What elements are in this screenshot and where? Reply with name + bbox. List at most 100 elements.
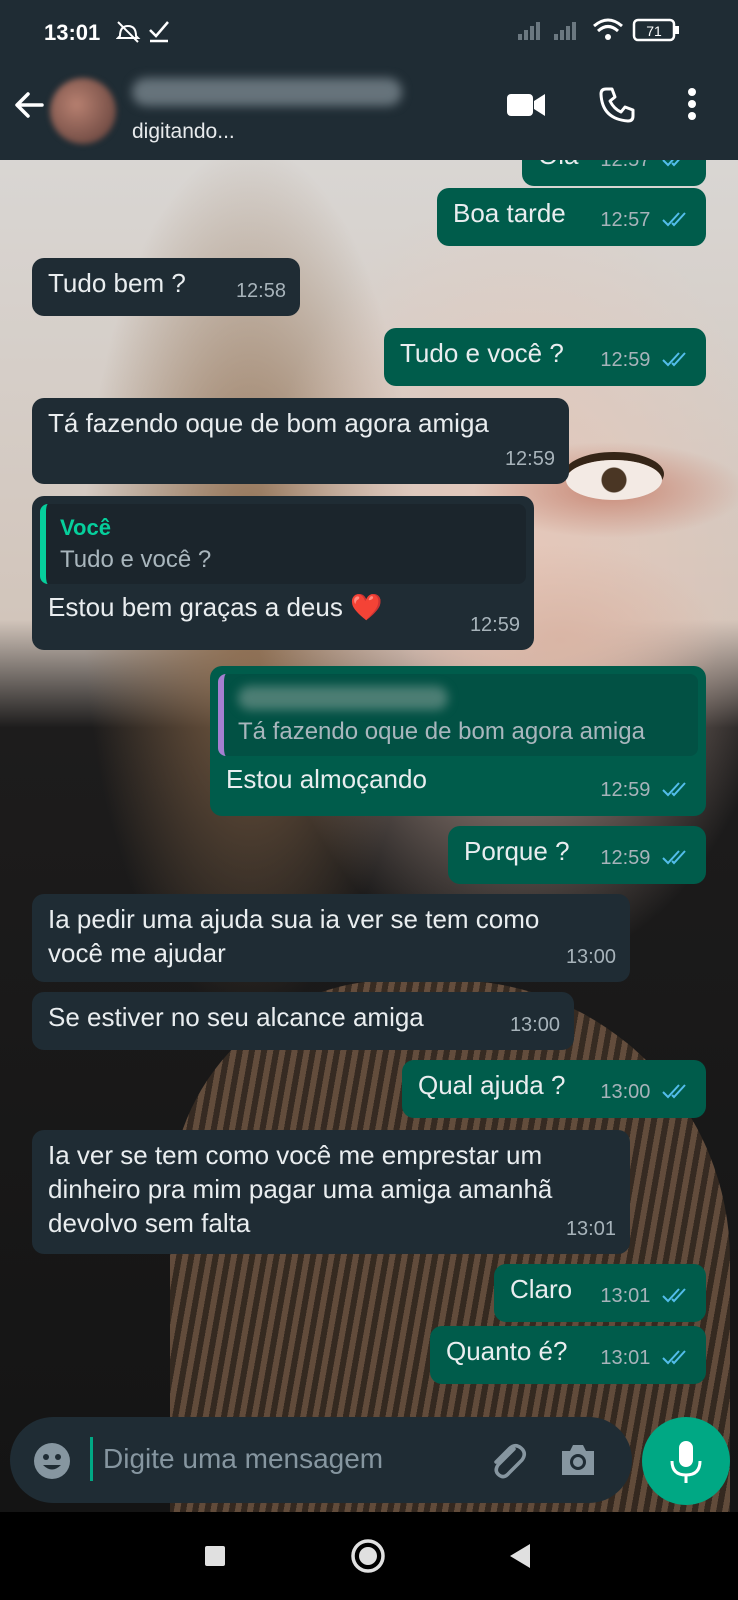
chat-area[interactable]: Olá 12:57 Boa tarde 12:57 Tudo bem ? 12:…	[0, 160, 738, 1512]
message-bubble-outgoing[interactable]: Claro 13:01	[494, 1264, 706, 1322]
message-text: Se estiver no seu alcance amiga	[48, 1002, 424, 1032]
message-bubble-incoming[interactable]: Tá fazendo oque de bom agora amiga 12:59	[32, 398, 569, 484]
camera-button[interactable]	[558, 1441, 598, 1484]
message-bubble-outgoing[interactable]: Boa tarde 12:57	[437, 188, 706, 246]
message-bubble-outgoing[interactable]: Tudo e você ? 12:59	[384, 328, 706, 386]
message-bubble-incoming[interactable]: Ia pedir uma ajuda sua ia ver se tem com…	[32, 894, 630, 982]
voice-call-button[interactable]	[598, 86, 636, 129]
camera-icon	[562, 1445, 594, 1475]
read-receipt-icon	[662, 160, 692, 178]
attach-button[interactable]	[486, 1439, 530, 1488]
message-text: Boa tarde	[453, 198, 566, 228]
message-bubble-outgoing[interactable]: Porque ? 12:59	[448, 826, 706, 884]
wallpaper-eye	[566, 460, 662, 500]
nav-square-icon	[205, 1546, 225, 1566]
message-text: Ia pedir uma ajuda sua ia ver se tem com…	[48, 904, 540, 968]
message-time: 12:58	[235, 280, 286, 302]
message-time: 13:01	[600, 1285, 651, 1308]
phone-icon	[599, 87, 635, 123]
paperclip-icon	[494, 1444, 526, 1479]
emoji-icon	[34, 1443, 70, 1479]
back-nav-button[interactable]	[508, 1543, 532, 1574]
message-time: 13:00	[509, 1014, 560, 1036]
message-meta: 12:59	[600, 841, 692, 876]
home-button[interactable]	[350, 1538, 386, 1579]
message-time: 13:01	[600, 1347, 651, 1370]
message-time: 12:59	[504, 448, 555, 470]
quoted-message[interactable]: Você Tudo e você ?	[40, 504, 526, 584]
message-meta: 12:57	[600, 203, 692, 238]
message-meta: 13:01	[566, 1212, 616, 1246]
message-meta: 12:59	[470, 608, 520, 642]
status-time: 13:01	[44, 20, 101, 45]
message-time: 13:01	[565, 1218, 616, 1240]
message-meta: 13:00	[600, 1075, 692, 1110]
message-meta: 12:59	[505, 442, 555, 476]
status-bar: 13:01 71	[0, 0, 738, 58]
mute-and-check-icon	[115, 21, 169, 43]
message-text: Tudo bem ?	[48, 268, 186, 298]
voice-message-button[interactable]	[642, 1417, 730, 1505]
more-options-button[interactable]	[685, 86, 699, 127]
read-receipt-icon	[662, 774, 692, 808]
message-bubble-incoming[interactable]: Ia ver se tem como você me emprestar um …	[32, 1130, 630, 1254]
chat-header: digitando...	[0, 58, 738, 160]
message-bubble-incoming[interactable]: Se estiver no seu alcance amiga 13:00	[32, 992, 574, 1050]
message-time: 12:57	[600, 160, 651, 172]
message-text: Ia ver se tem como você me emprestar um …	[48, 1140, 553, 1238]
contact-avatar[interactable]	[50, 78, 116, 144]
status-left-icons	[115, 18, 176, 49]
message-text: Tá fazendo oque de bom agora amiga	[48, 408, 489, 438]
back-button[interactable]	[12, 88, 46, 127]
message-text: Qual ajuda ?	[418, 1070, 566, 1100]
message-bubble-outgoing[interactable]: Qual ajuda ? 13:00	[402, 1060, 706, 1118]
quoted-author: Você	[60, 515, 111, 540]
status-right-icons: 71	[518, 16, 698, 49]
message-text: Estou almoçando	[226, 764, 427, 794]
contact-status: digitando...	[132, 120, 235, 143]
message-meta: 12:59	[600, 343, 692, 378]
message-input[interactable]	[90, 1437, 473, 1481]
nav-circle-icon	[351, 1539, 385, 1573]
read-receipt-icon	[662, 204, 692, 238]
video-call-button[interactable]	[505, 86, 547, 127]
message-meta: 12:59	[600, 773, 692, 808]
message-bubble-outgoing-reply[interactable]: Tá fazendo oque de bom agora amiga Estou…	[210, 666, 706, 816]
quoted-text: Tá fazendo oque de bom agora amiga	[238, 718, 645, 745]
message-text: Estou bem graças a deus ❤️	[48, 592, 383, 622]
message-time: 12:57	[600, 209, 651, 232]
message-bubble-outgoing[interactable]: Olá 12:57	[522, 160, 706, 186]
message-text: Porque ?	[464, 836, 570, 866]
read-receipt-icon	[662, 1280, 692, 1314]
message-time: 12:59	[600, 847, 651, 870]
message-meta: 13:01	[600, 1341, 692, 1376]
message-meta: 13:01	[600, 1279, 692, 1314]
contact-name-redacted[interactable]	[132, 78, 402, 106]
message-text: Claro	[510, 1274, 573, 1304]
quoted-text: Tudo e você ?	[60, 546, 212, 573]
recents-button[interactable]	[204, 1545, 226, 1572]
message-bubble-outgoing[interactable]: Quanto é? 13:01	[430, 1326, 706, 1384]
read-receipt-icon	[662, 344, 692, 378]
signal-wifi-battery-icon: 71	[518, 18, 679, 42]
message-text: Tudo e você ?	[400, 338, 564, 368]
message-time: 13:00	[600, 1081, 651, 1104]
battery-level: 71	[646, 23, 662, 39]
microphone-icon	[670, 1441, 702, 1483]
message-bubble-incoming[interactable]: Tudo bem ? 12:58	[32, 258, 300, 316]
message-bubble-incoming-reply[interactable]: Você Tudo e você ? Estou bem graças a de…	[32, 496, 534, 650]
emoji-button[interactable]	[32, 1441, 72, 1486]
read-receipt-icon	[662, 842, 692, 876]
quoted-author-redacted	[238, 686, 448, 710]
message-meta: 12:58	[236, 274, 286, 308]
message-meta: 12:57	[600, 160, 692, 178]
quoted-message[interactable]: Tá fazendo oque de bom agora amiga	[218, 674, 698, 756]
video-camera-icon	[507, 94, 545, 116]
message-meta: 13:00	[566, 940, 616, 974]
read-receipt-icon	[662, 1076, 692, 1110]
message-time: 13:00	[565, 946, 616, 968]
arrow-back-icon	[15, 92, 44, 118]
message-text: Quanto é?	[446, 1336, 568, 1366]
read-receipt-icon	[662, 1342, 692, 1376]
message-text: Olá	[538, 160, 578, 170]
